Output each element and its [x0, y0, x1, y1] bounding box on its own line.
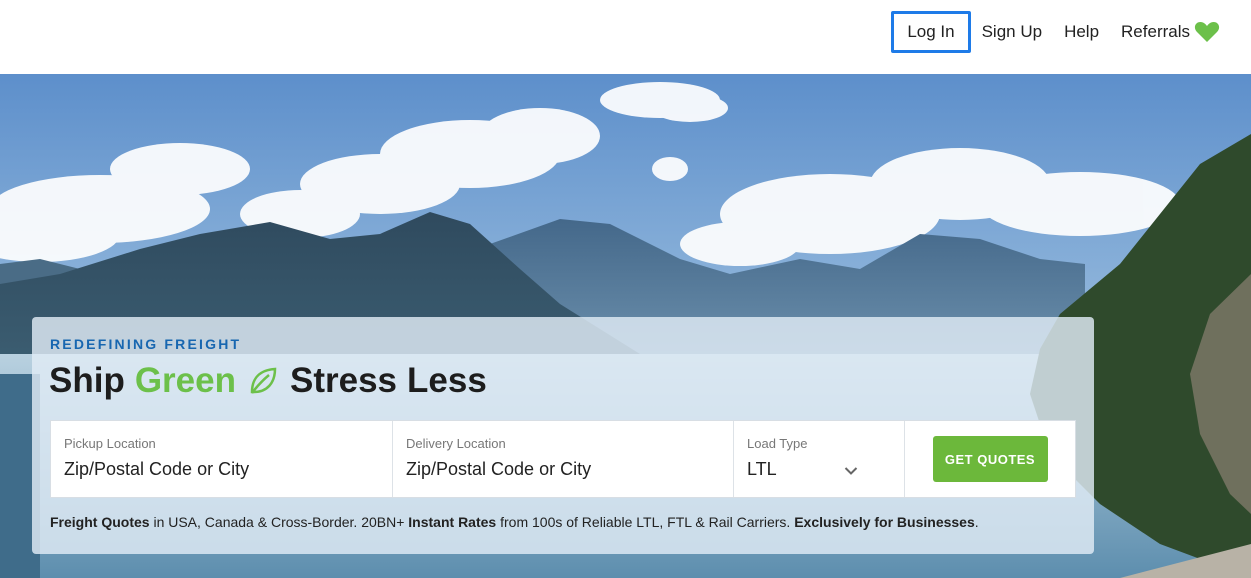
pickup-location-field[interactable]: Pickup Location Zip/Postal Code or City	[51, 421, 393, 497]
main-nav: Log In Sign Up Help Referrals	[891, 11, 1231, 53]
referrals-link[interactable]: Referrals	[1110, 11, 1231, 53]
signup-link[interactable]: Sign Up	[971, 11, 1053, 53]
load-type-select[interactable]: Load Type LTL	[734, 421, 905, 497]
tagline-bold-2: Instant Rates	[408, 514, 497, 530]
top-navigation-bar: Log In Sign Up Help Referrals	[0, 0, 1251, 74]
delivery-location-input[interactable]: Zip/Postal Code or City	[406, 459, 591, 480]
quote-card: REDEFINING FREIGHT Ship Green Stress Les…	[32, 317, 1094, 554]
chevron-down-icon	[844, 463, 858, 481]
tagline-text-1: in USA, Canada & Cross-Border. 20BN+	[149, 514, 409, 530]
load-type-value: LTL	[747, 459, 777, 479]
headline-green: Green	[134, 361, 236, 400]
pickup-location-label: Pickup Location	[64, 436, 156, 451]
load-type-label: Load Type	[747, 436, 808, 451]
login-link[interactable]: Log In	[891, 11, 971, 53]
leaf-icon	[248, 366, 278, 396]
headline-ship: Ship	[49, 361, 125, 400]
tagline-text-2: from 100s of Reliable LTL, FTL & Rail Ca…	[496, 514, 795, 530]
pickup-location-input[interactable]: Zip/Postal Code or City	[64, 459, 249, 480]
delivery-location-field[interactable]: Delivery Location Zip/Postal Code or Cit…	[393, 421, 734, 497]
quote-form: Pickup Location Zip/Postal Code or City …	[50, 420, 1076, 498]
submit-area: GET QUOTES	[905, 421, 1075, 497]
referrals-label: Referrals	[1121, 22, 1190, 41]
tagline-bold-1: Freight Quotes	[50, 514, 150, 530]
tagline: Freight Quotes in USA, Canada & Cross-Bo…	[50, 514, 979, 530]
delivery-location-label: Delivery Location	[406, 436, 506, 451]
headline-stress: Stress	[289, 361, 398, 400]
heart-icon	[1194, 21, 1220, 43]
hero-section: REDEFINING FREIGHT Ship Green Stress Les…	[0, 74, 1251, 578]
get-quotes-button[interactable]: GET QUOTES	[932, 436, 1048, 482]
headline-less: Less	[407, 361, 487, 400]
headline: Ship Green Stress Less	[49, 361, 487, 401]
tagline-text-3: .	[974, 514, 979, 530]
help-link[interactable]: Help	[1053, 11, 1110, 53]
eyebrow-text: REDEFINING FREIGHT	[50, 336, 242, 352]
tagline-bold-3: Exclusively for Businesses	[794, 514, 975, 530]
